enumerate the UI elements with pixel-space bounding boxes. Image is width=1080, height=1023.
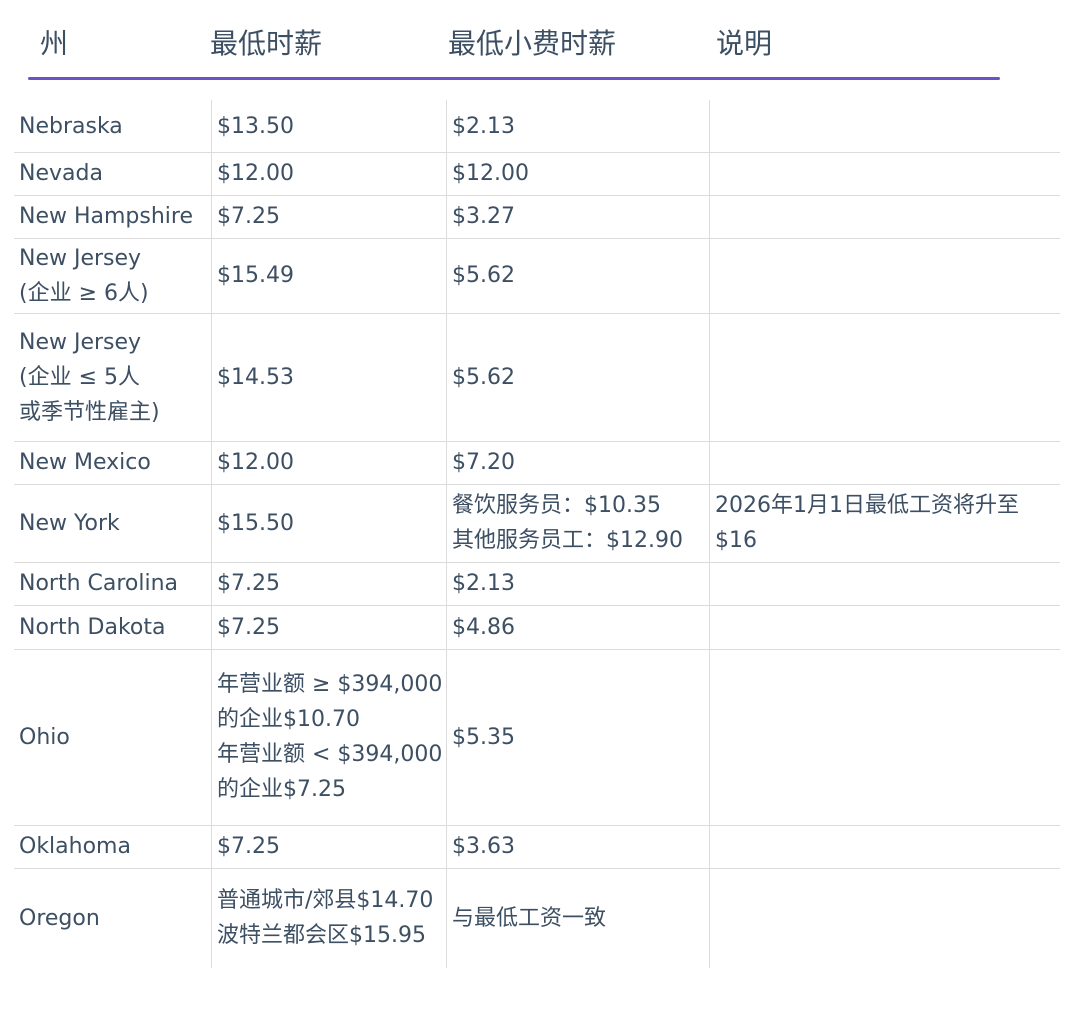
tipped-wage-cell-text: $2.13 xyxy=(452,571,515,596)
state-cell-text: Oklahoma xyxy=(19,834,131,859)
note-cell xyxy=(715,195,1055,238)
note-cell xyxy=(715,152,1055,195)
state-cell: New Mexico xyxy=(19,441,209,484)
tipped-wage-cell-text: $3.27 xyxy=(452,204,515,229)
column-divider xyxy=(211,100,212,968)
min-wage-cell: $13.50 xyxy=(217,100,447,152)
min-wage-cell-text: $7.25 xyxy=(217,834,280,859)
min-wage-cell-text: $15.49 xyxy=(217,263,294,288)
note-cell xyxy=(715,441,1055,484)
min-wage-cell-text: $7.25 xyxy=(217,614,280,640)
note-cell xyxy=(715,605,1055,649)
state-cell: Nevada xyxy=(19,152,209,195)
tipped-wage-cell: $3.27 xyxy=(452,195,710,238)
min-wage-cell: $7.25 xyxy=(217,562,447,605)
note-cell xyxy=(715,649,1055,825)
note-cell xyxy=(715,868,1055,968)
tipped-wage-cell-text: $3.63 xyxy=(452,834,515,859)
min-wage-cell-text: $14.53 xyxy=(217,364,294,390)
tipped-wage-cell-text: 与最低工资一致 xyxy=(452,905,607,931)
min-wage-cell: $15.50 xyxy=(217,484,447,562)
tipped-wage-cell: $5.62 xyxy=(452,238,710,313)
min-wage-cell-text: 年营业额 ≥ $394,000 的企业$10.70 年营业额 < $394,00… xyxy=(217,672,443,802)
tipped-wage-cell: $12.00 xyxy=(452,152,710,195)
tipped-wage-cell-text: $5.35 xyxy=(452,724,515,750)
note-cell xyxy=(715,825,1055,868)
state-cell-text: New Hampshire xyxy=(19,204,194,229)
tipped-wage-cell-text: 餐饮服务员：$10.35 其他服务员工：$12.90 xyxy=(452,493,683,553)
min-wage-cell-text: $13.50 xyxy=(217,113,294,139)
state-cell: Nebraska xyxy=(19,100,209,152)
tipped-wage-cell: $5.35 xyxy=(452,649,710,825)
state-cell-text: Ohio xyxy=(19,724,70,750)
min-wage-cell: $7.25 xyxy=(217,825,447,868)
min-wage-cell: $12.00 xyxy=(217,152,447,195)
tipped-wage-cell-text: $4.86 xyxy=(452,614,515,640)
note-cell xyxy=(715,238,1055,313)
state-cell: Oklahoma xyxy=(19,825,209,868)
state-cell: New Hampshire xyxy=(19,195,209,238)
min-wage-cell-text: $7.25 xyxy=(217,571,280,596)
min-wage-cell: $14.53 xyxy=(217,313,447,441)
state-cell: North Carolina xyxy=(19,562,209,605)
state-cell: North Dakota xyxy=(19,605,209,649)
min-wage-cell-text: $15.50 xyxy=(217,510,294,536)
min-wage-cell: $12.00 xyxy=(217,441,447,484)
wage-table: Nebraska $13.50 $2.13 Nevada $12.00 $12.00 New… xyxy=(0,0,1080,1023)
min-wage-cell-text: $12.00 xyxy=(217,450,294,475)
state-cell: New Jersey (企业 ≥ 6人) xyxy=(19,238,209,313)
state-cell-text: Nevada xyxy=(19,161,103,186)
state-cell-text: New Jersey (企业 ≤ 5人 或季节性雇主) xyxy=(19,329,160,425)
state-cell-text: New Jersey (企业 ≥ 6人) xyxy=(19,245,149,306)
tipped-wage-cell-text: $5.62 xyxy=(452,364,515,390)
tipped-wage-cell: $2.13 xyxy=(452,562,710,605)
min-wage-cell: 年营业额 ≥ $394,000 的企业$10.70 年营业额 < $394,00… xyxy=(217,649,447,825)
state-cell: New York xyxy=(19,484,209,562)
min-wage-cell: $7.25 xyxy=(217,195,447,238)
tipped-wage-cell: $4.86 xyxy=(452,605,710,649)
state-cell-text: Oregon xyxy=(19,905,100,931)
tipped-wage-cell-text: $2.13 xyxy=(452,113,515,139)
note-cell xyxy=(715,313,1055,441)
tipped-wage-cell: $3.63 xyxy=(452,825,710,868)
state-cell: Ohio xyxy=(19,649,209,825)
note-cell: 2026年1月1日最低工资将升至 $16 xyxy=(715,484,1055,562)
min-wage-cell: $7.25 xyxy=(217,605,447,649)
state-cell-text: North Dakota xyxy=(19,614,166,640)
min-wage-cell: 普通城市/郊县$14.70 波特兰都会区$15.95 xyxy=(217,868,447,968)
min-wage-cell-text: $12.00 xyxy=(217,161,294,186)
tipped-wage-cell: $7.20 xyxy=(452,441,710,484)
state-cell: Oregon xyxy=(19,868,209,968)
tipped-wage-cell-text: $5.62 xyxy=(452,263,515,288)
tipped-wage-cell-text: $12.00 xyxy=(452,161,529,186)
min-wage-cell: $15.49 xyxy=(217,238,447,313)
tipped-wage-cell-text: $7.20 xyxy=(452,450,515,475)
note-cell xyxy=(715,562,1055,605)
tipped-wage-cell: $2.13 xyxy=(452,100,710,152)
state-cell-text: North Carolina xyxy=(19,571,179,596)
note-cell-text: 2026年1月1日最低工资将升至 $16 xyxy=(715,493,1019,553)
state-cell: New Jersey (企业 ≤ 5人 或季节性雇主) xyxy=(19,313,209,441)
tipped-wage-cell: $5.62 xyxy=(452,313,710,441)
min-wage-cell-text: 普通城市/郊县$14.70 波特兰都会区$15.95 xyxy=(217,888,434,948)
state-cell-text: New Mexico xyxy=(19,450,151,475)
state-cell-text: New York xyxy=(19,510,120,536)
note-cell xyxy=(715,100,1055,152)
state-cell-text: Nebraska xyxy=(19,113,123,139)
tipped-wage-cell: 与最低工资一致 xyxy=(452,868,710,968)
tipped-wage-cell: 餐饮服务员：$10.35 其他服务员工：$12.90 xyxy=(452,484,710,562)
min-wage-cell-text: $7.25 xyxy=(217,204,280,229)
